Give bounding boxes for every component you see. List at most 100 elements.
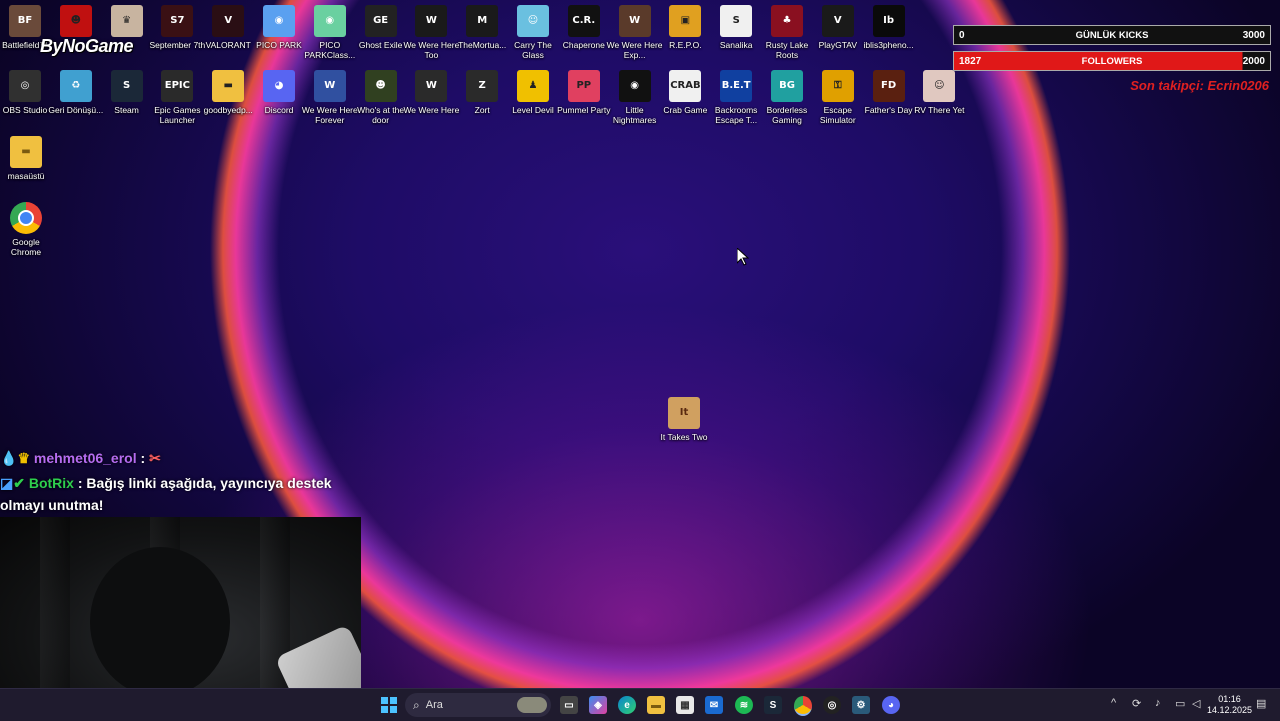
desktop-icon-label: Who's at the door [357, 105, 405, 125]
followers-title: FOLLOWERS [1081, 55, 1143, 67]
bot-badge-icon: ◪ [0, 475, 14, 491]
app-icon: ◉ [263, 5, 295, 37]
copilot-icon[interactable]: ◈ [589, 696, 607, 714]
desktop-icon[interactable]: ▣ R.E.P.O. [659, 5, 711, 50]
app-icon: V [821, 5, 854, 37]
desktop-icon[interactable]: BG Borderless Gaming [761, 70, 813, 125]
kicks-target: 3000 [1242, 29, 1265, 41]
desktop-icon-label: Backrooms Escape T... [714, 105, 758, 125]
desktop-icon[interactable]: ☻ Who's at the door [355, 70, 407, 125]
mouse-cursor-icon [736, 246, 750, 271]
followers-current: 1827 [959, 55, 982, 67]
app-icon[interactable]: ⚙ [852, 696, 870, 714]
desktop-icon-label: PICO PARKClass... [304, 40, 356, 60]
desktop-icon[interactable]: ♛ [101, 5, 153, 40]
app-icon: Z [466, 70, 499, 102]
file-explorer-icon[interactable]: ▬ [647, 696, 665, 714]
drop-badge-icon: 💧 [0, 450, 18, 466]
desktop-icon[interactable]: W We Were Here Exp... [607, 5, 663, 60]
notification-icon[interactable]: ▤ [1256, 697, 1266, 710]
mail-icon[interactable]: ✉ [705, 696, 723, 714]
desktop-icon[interactable]: S7 September 7th [150, 5, 205, 50]
desktop-icon[interactable]: M TheMortua... [456, 5, 508, 50]
app-icon: W [415, 5, 448, 37]
app-icon: V [212, 5, 245, 37]
chat-username: mehmet06_erol [33, 450, 137, 466]
chrome-taskbar-icon[interactable] [794, 696, 812, 716]
store-icon[interactable]: ▦ [676, 696, 694, 714]
app-icon: ☻ [59, 5, 92, 37]
desktop-icon-label: TheMortua... [458, 40, 507, 50]
desktop-icon[interactable]: C.R. Chaperone [558, 5, 610, 50]
desktop-icon-label: Discord [264, 105, 294, 115]
desktop-icon[interactable]: W We Were Here Too [403, 5, 459, 60]
desktop-icon[interactable]: ◎ OBS Studio [0, 70, 51, 115]
desktop-icon[interactable]: ♻ Geri Dönüşü... [48, 70, 104, 115]
followers-goal-bar: 1827 FOLLOWERS 2000 [953, 51, 1271, 71]
desktop-icon[interactable]: ☺ Carry The Glass [507, 5, 559, 60]
obs-icon[interactable]: ◎ [823, 696, 841, 714]
desktop-icon[interactable]: ♟ Level Devil [507, 70, 559, 115]
desktop-icon[interactable]: ▬ goodbyedp... [202, 70, 254, 115]
desktop-icon[interactable]: GE Ghost Exile [355, 5, 407, 50]
desktop-icon-label: RV There Yet [914, 105, 965, 115]
chevron-up-icon[interactable]: ^ [1111, 697, 1116, 709]
desktop-icon[interactable]: ☻ [50, 5, 102, 40]
desktop-icon[interactable]: W We Were Here Forever [302, 70, 358, 125]
desktop-icon[interactable]: ◉ PICO PARKClass... [304, 5, 356, 60]
app-icon: W [618, 5, 651, 37]
desktop-icon[interactable]: ♣ Rusty Lake Roots [761, 5, 813, 60]
desktop-icon[interactable]: CRAB Crab Game [659, 70, 711, 115]
discord-icon[interactable]: ◕ [882, 696, 900, 714]
kicks-title: GÜNLÜK KICKS [1075, 29, 1149, 41]
desktop-icon[interactable]: ◉ PICO PARK [253, 5, 305, 50]
app-icon: Ib [872, 5, 905, 37]
clock[interactable]: 01:16 14.12.2025 [1207, 694, 1252, 716]
chat-message-2: ◪✔ BotRix : Bağış linki aşağıda, yayıncı… [0, 475, 332, 492]
last-follower-text: Son takipçi: Ecrin0206 [1130, 78, 1269, 93]
chat-separator: : [140, 450, 146, 466]
desktop-icon[interactable]: ☺ RV There Yet [913, 70, 965, 115]
desktop-icon[interactable]: W We Were Here [403, 70, 459, 115]
desktop-icon-label: Carry The Glass [514, 40, 552, 60]
chrome-icon [10, 202, 42, 234]
chat-emote: ✂ [149, 450, 161, 466]
desktop-icon-masaustu[interactable]: ▬ masaüstü [0, 136, 52, 181]
start-button[interactable] [380, 696, 398, 714]
desktop-icon[interactable]: ◕ Discord [253, 70, 305, 115]
sync-icon[interactable]: ⟳ [1132, 697, 1141, 710]
desktop-icon[interactable]: EPIC Epic Games Launcher [151, 70, 203, 125]
spotify-icon[interactable]: ≋ [735, 696, 753, 714]
microphone-icon[interactable]: ♪ [1155, 697, 1161, 709]
task-view-icon[interactable]: ▭ [560, 696, 578, 714]
taskbar-search[interactable]: ⌕ Ara [405, 693, 551, 717]
desktop-icon[interactable]: Ib iblis3pheno... [863, 5, 915, 50]
desktop-icon[interactable]: PP Pummel Party [557, 70, 611, 115]
desktop-icon[interactable]: ⚿ Escape Simulator [812, 70, 864, 125]
desktop-icon[interactable]: FD Father's Day [863, 70, 915, 115]
desktop-icon[interactable]: S Steam [101, 70, 153, 115]
desktop-icon-label: iblis3pheno... [863, 40, 914, 50]
taskbar: ⌕ Ara ▭ ◈ e ▬ ▦ ✉ ≋ S ◎ ⚙ ◕ ^ ⟳ ♪ ▭ ◁ 01… [0, 688, 1280, 721]
desktop-icon[interactable]: V VALORANT [202, 5, 254, 50]
desktop-icon-google-chrome[interactable]: Google Chrome [0, 202, 52, 257]
desktop-icon-it-takes-two[interactable]: It It Takes Two [658, 397, 710, 442]
desktop-icon-label: Pummel Party [557, 105, 611, 115]
desktop-icon-label: Little Nightmares [612, 105, 657, 125]
followers-target: 2000 [1242, 55, 1265, 67]
network-icon[interactable]: ▭ [1175, 697, 1185, 710]
desktop-icon[interactable]: V PlayGTAV [812, 5, 864, 50]
app-icon: B.E.T [720, 70, 753, 102]
desktop-icon[interactable]: S Sanalika [710, 5, 762, 50]
desktop-icon[interactable]: ◉ Little Nightmares [609, 70, 661, 125]
steam-icon[interactable]: S [764, 696, 782, 714]
desktop-icon[interactable]: Z Zort [456, 70, 508, 115]
app-icon: W [313, 70, 346, 102]
app-icon: ◎ [9, 70, 41, 102]
desktop-icon[interactable]: B.E.T Backrooms Escape T... [710, 70, 762, 125]
app-icon: W [415, 70, 448, 102]
desktop-icon-label: Father's Day [864, 105, 913, 115]
desktop-icon-label: Geri Dönüşü... [48, 105, 104, 115]
volume-icon[interactable]: ◁ [1192, 697, 1200, 710]
edge-icon[interactable]: e [618, 696, 636, 714]
